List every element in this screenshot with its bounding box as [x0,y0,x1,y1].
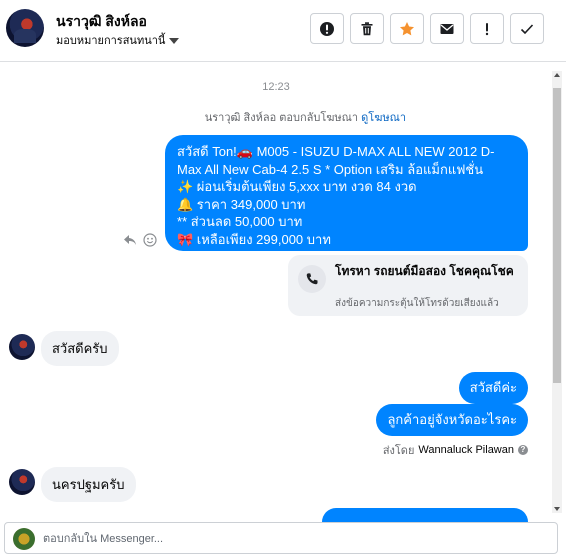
email-button[interactable] [430,13,464,44]
envelope-icon [440,23,454,34]
ad-reply-info: นราวุฒิ สิงห์ลอ ตอบกลับโฆษณา ดูโฆษณา [205,108,406,126]
spam-button[interactable] [470,13,504,44]
sent-by-info: ส่งโดย Wannaluck Pilawan ? [383,441,528,459]
assign-conversation-dropdown[interactable]: มอบหมายการสนทนานี้ [56,31,180,49]
thread-timestamp: 12:23 [262,81,290,93]
reply-icon[interactable] [123,233,137,247]
call-card-subtitle: ส่งข้อความกระตุ้นให้โทรด้วยเสียงแล้ว [335,298,499,309]
caret-down-icon [169,38,180,45]
incoming-message[interactable]: สวัสดีครับ [41,331,119,366]
exclamation-icon [485,22,489,35]
done-button[interactable] [510,13,544,44]
reply-input[interactable] [43,529,543,549]
delete-button[interactable] [350,13,384,44]
contact-avatar-small [9,334,35,360]
outgoing-message[interactable]: สวัสดีค่ะ [458,372,528,404]
call-card-title: โทรหา รถยนต์มือสอง โชคคุณโชค [335,264,514,278]
assign-label: มอบหมายการสนทนานี้ [56,35,166,47]
contact-name[interactable]: นราวุฒิ สิงห์ลอ [56,11,147,33]
outgoing-message-partial [322,508,528,522]
scroll-up-arrow-icon[interactable] [554,73,560,77]
smiley-icon[interactable] [143,233,157,247]
ad-reply-text: นราวุฒิ สิงห์ลอ ตอบกลับโฆษณา [204,112,359,124]
view-ad-link[interactable]: ดูโฆษณา [361,112,406,124]
alert-button[interactable] [310,13,344,44]
message-thread[interactable]: 12:23 นราวุฒิ สิงห์ลอ ตอบกลับโฆษณา ดูโฆษ… [0,63,566,522]
check-icon [520,23,534,34]
contact-avatar[interactable] [6,9,44,47]
trash-icon [361,21,373,35]
ad-message-bubble[interactable]: สวัสดี Ton!🚗 M005 - ISUZU D-MAX ALL NEW … [165,135,528,251]
exclamation-circle-icon [320,21,334,36]
outgoing-message[interactable]: ลูกค้าอยู่จังหวัดอะไรคะ [376,404,528,436]
contact-avatar-small [9,469,35,495]
message-actions [123,233,157,247]
sent-by-name: Wannaluck Pilawan [418,444,514,456]
star-icon [400,21,414,35]
conversation-header: นราวุฒิ สิงห์ลอ มอบหมายการสนทนานี้ [0,0,566,62]
help-icon[interactable]: ? [518,445,528,455]
sent-by-label: ส่งโดย [382,445,415,457]
page-avatar [13,528,35,550]
scroll-thumb[interactable] [553,88,561,383]
message-composer [4,522,558,554]
conversation-toolbar [310,13,544,44]
scroll-down-arrow-icon[interactable] [554,507,560,511]
incoming-message[interactable]: นครปฐมครับ [41,467,136,502]
star-button[interactable] [390,13,424,44]
call-request-card[interactable]: โทรหา รถยนต์มือสอง โชคคุณโชค ส่งข้อความก… [288,255,528,316]
phone-icon [298,265,326,293]
thread-scrollbar[interactable] [552,71,562,513]
